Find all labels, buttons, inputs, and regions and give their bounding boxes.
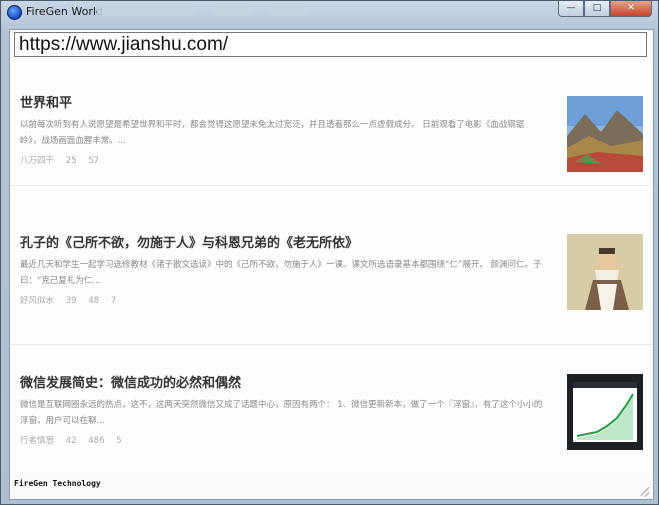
- comment-count: 57: [88, 156, 100, 166]
- view-count: 42: [65, 436, 77, 446]
- address-bar[interactable]: [14, 32, 647, 57]
- article-author[interactable]: 八万四千: [20, 156, 54, 166]
- minimize-button[interactable]: —: [558, 1, 584, 17]
- client-area: 世界和平 以前每次听到有人说愿望是希望世界和平时，都会觉得这愿望未免太过宽泛，并…: [9, 29, 654, 500]
- divider: [10, 344, 653, 345]
- article-meta: 八万四千 25 57: [20, 154, 643, 166]
- article-author[interactable]: 好风似水: [20, 296, 54, 306]
- article-meta: 行者慎思 42 486 5: [20, 434, 643, 446]
- article-card[interactable]: 世界和平 以前每次听到有人说愿望是希望世界和平时，都会觉得这愿望未免太过宽泛，并…: [20, 92, 643, 172]
- article-title[interactable]: 孔子的《己所不欲，勿施于人》与科恩兄弟的《老无所依》: [20, 232, 643, 251]
- article-title[interactable]: 微信发展简史：微信成功的必然和偶然: [20, 372, 643, 391]
- resize-grip-icon[interactable]: [639, 486, 649, 496]
- url-input[interactable]: [15, 33, 646, 56]
- window-title: FireGen World: [26, 5, 103, 18]
- status-text: FireGen Technology: [14, 479, 101, 488]
- title-blur-3: [269, 6, 309, 16]
- article-card[interactable]: 微信发展简史：微信成功的必然和偶然 微信是互联网圈永远的热点，这不，这两天突然微…: [20, 372, 643, 450]
- comment-count: 48: [88, 296, 100, 306]
- article-thumbnail[interactable]: [567, 96, 643, 172]
- divider: [10, 185, 653, 186]
- article-meta: 好风似水 39 48 7: [20, 294, 643, 306]
- comment-count: 486: [88, 436, 105, 446]
- title-blur-2: [213, 6, 253, 16]
- like-count: 5: [116, 436, 122, 446]
- view-count: 25: [65, 156, 77, 166]
- article-card[interactable]: 孔子的《己所不欲，勿施于人》与科恩兄弟的《老无所依》 最近几天和学生一起学习选修…: [20, 232, 643, 310]
- article-abstract: 以前每次听到有人说愿望是希望世界和平时，都会觉得这愿望未免太过宽泛，并且透着那么…: [20, 120, 525, 146]
- globe-icon: [7, 5, 22, 20]
- web-content[interactable]: 世界和平 以前每次听到有人说愿望是希望世界和平时，都会觉得这愿望未免太过宽泛，并…: [10, 62, 653, 475]
- article-author[interactable]: 行者慎思: [20, 436, 54, 446]
- maximize-button[interactable]: □: [584, 1, 610, 17]
- article-title[interactable]: 世界和平: [20, 92, 643, 111]
- window-controls: — □ ✕: [558, 1, 652, 17]
- view-count: 39: [65, 296, 77, 306]
- app-window: FireGen World — □ ✕ 世界和平 以前每次听到有人说愿望是希望世…: [0, 0, 659, 505]
- title-blur-1: [97, 6, 193, 16]
- article-abstract: 最近几天和学生一起学习选修教材《诸子散文选读》中的《己所不欲，勿施于人》一课。课…: [20, 260, 542, 286]
- close-button[interactable]: ✕: [610, 1, 652, 17]
- status-bar: FireGen Technology: [10, 475, 653, 499]
- article-abstract: 微信是互联网圈永远的热点，这不，这两天突然微信又成了话题中心，原因有两个： 1、…: [20, 400, 543, 426]
- article-thumbnail[interactable]: [567, 374, 643, 450]
- title-bar[interactable]: FireGen World — □ ✕: [1, 1, 658, 23]
- like-count: 7: [110, 296, 117, 306]
- article-thumbnail[interactable]: [567, 234, 643, 310]
